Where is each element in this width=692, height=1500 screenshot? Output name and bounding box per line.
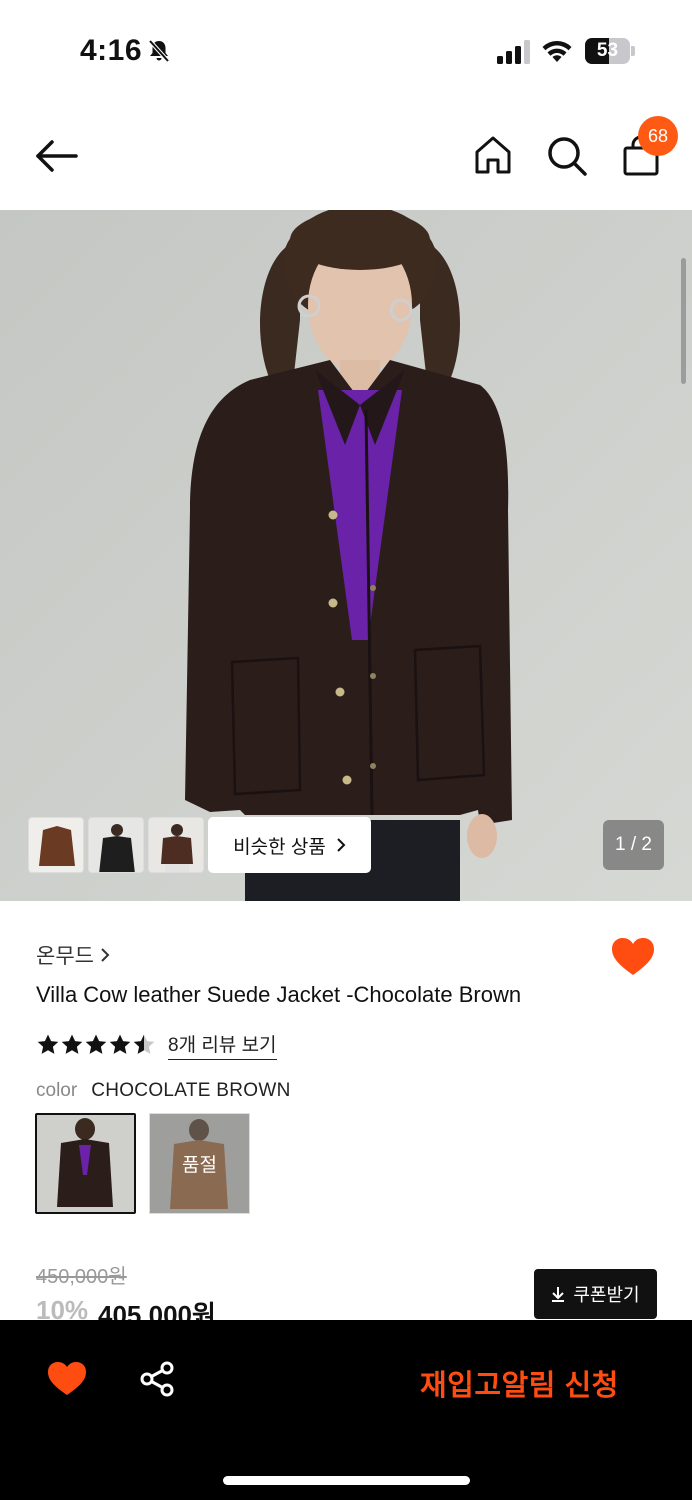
similar-products-button[interactable]: 비슷한 상품 [208,817,371,873]
rating-stars [36,1033,156,1057]
restock-alert-button[interactable]: 재입고알림 신청 [420,1362,619,1404]
gallery-page-indicator: 1 / 2 [603,820,664,870]
gallery-thumbnails [28,817,204,873]
color-label: color [36,1080,78,1101]
original-price: 450,000원 [36,1266,127,1288]
gallery-thumbnail[interactable] [28,817,84,873]
home-indicator[interactable] [223,1476,470,1485]
coupon-label: 쿠폰받기 [573,1285,640,1305]
color-swatch-sold-out[interactable]: 품절 [149,1113,250,1214]
color-swatch-chocolate-brown[interactable] [35,1113,136,1214]
coupon-button[interactable]: 쿠폰받기 [534,1269,657,1319]
brand-name: 온무드 [36,945,94,968]
share-icon[interactable] [138,1360,176,1398]
search-icon[interactable] [545,134,589,178]
brand-link[interactable]: 온무드 [36,940,110,970]
gallery-thumbnail[interactable] [88,817,144,873]
review-link[interactable]: 8개 리뷰 보기 [168,1030,277,1060]
star-icon [109,1034,131,1054]
battery-icon: 53 [585,38,635,64]
bottom-action-bar: 재입고알림 신청 [0,1320,692,1500]
product-title: Villa Cow leather Suede Jacket -Chocolat… [36,982,522,1007]
star-icon [37,1034,59,1054]
star-icon [133,1034,155,1054]
wishlist-heart-icon[interactable] [47,1361,87,1397]
home-icon[interactable] [472,134,514,176]
cart-count-badge[interactable]: 68 [638,116,678,156]
color-value: CHOCOLATE BROWN [91,1080,291,1101]
product-image-gallery[interactable] [0,210,692,901]
color-row: color CHOCOLATE BROWN [36,1080,291,1102]
wifi-icon [542,40,572,62]
back-arrow-icon[interactable] [30,136,80,176]
top-navigation [0,100,692,210]
download-icon [552,1287,565,1302]
wishlist-heart-icon[interactable] [611,937,655,977]
rating-row: 8개 리뷰 보기 [36,1030,277,1060]
similar-products-label: 비슷한 상품 [233,836,326,858]
battery-level: 53 [596,40,619,61]
status-time: 4:16 [80,34,143,67]
status-bar: 4:16 53 [0,0,692,100]
star-icon [61,1034,83,1054]
gallery-thumbnail[interactable] [148,817,204,873]
chevron-right-icon [101,948,110,962]
page-scrollbar[interactable] [681,258,686,384]
sold-out-label: 품절 [150,1114,249,1213]
signal-icon [497,40,530,64]
chevron-right-icon [337,838,346,852]
star-icon [85,1034,107,1054]
product-photo [0,210,692,901]
bell-slash-icon [148,39,170,63]
